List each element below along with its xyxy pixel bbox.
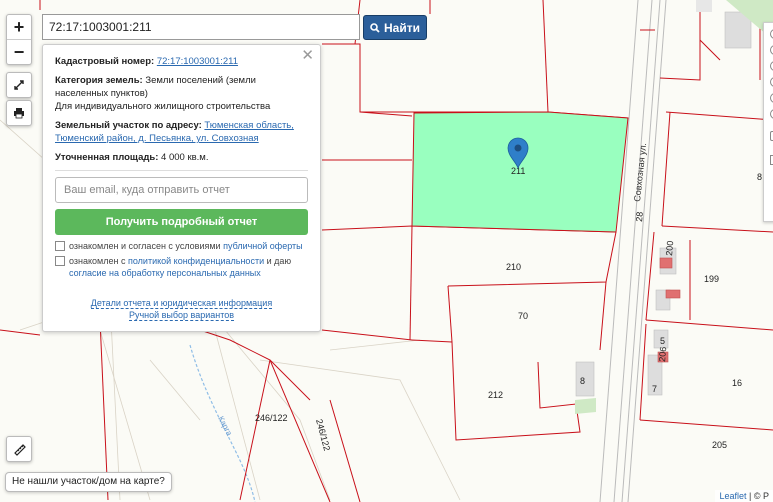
cadastral-number-link[interactable]: 72:17:1003001:211: [157, 56, 238, 67]
parcel-label-210: 210: [506, 262, 521, 272]
tile-fragment: [696, 0, 712, 12]
map-canvas[interactable]: 211 210 70 212 8 199 5 7 16 205 246/122 …: [0, 0, 773, 502]
parcel-label-246-122-b: 246/122: [314, 418, 332, 452]
print-button[interactable]: [6, 100, 32, 126]
expand-icon: [14, 80, 24, 90]
category-label: Категория земель:: [55, 75, 143, 86]
get-report-button[interactable]: Получить подробный отчет: [55, 209, 308, 235]
search-input[interactable]: [42, 14, 360, 40]
area-value: 4 000 кв.м.: [161, 152, 209, 163]
parcel-label-205: 205: [712, 440, 727, 450]
printer-icon: [14, 108, 24, 119]
parcel-label-206: 206: [657, 346, 668, 362]
personal-data-consent-link[interactable]: согласие на обработку персональных данны…: [69, 268, 261, 278]
offer-link[interactable]: публичной оферты: [223, 241, 303, 251]
parcel-label-246-122-a: 246/122: [255, 413, 288, 423]
offer-agreement-row: ознакомлен и согласен с условиями публич…: [55, 240, 308, 252]
layer-options-panel: [763, 22, 773, 222]
offer-text: ознакомлен и согласен с условиями: [69, 241, 221, 251]
parcel-label-8-right: 8: [757, 172, 762, 182]
ruler-icon: [14, 444, 26, 456]
report-details-link[interactable]: Детали отчета и юридическая информация: [90, 298, 273, 309]
panel-footer-links: Детали отчета и юридическая информация Р…: [55, 297, 308, 321]
area-label: Уточненная площадь:: [55, 152, 159, 163]
parcel-label-8: 8: [580, 376, 585, 386]
close-icon[interactable]: ✕: [301, 48, 314, 63]
ruler-button[interactable]: [6, 436, 32, 462]
usage-value: Для индивидуального жилищного строительс…: [55, 101, 271, 112]
parcel-label-28: 28: [634, 211, 645, 222]
parcel-label-212: 212: [488, 390, 503, 400]
category-row: Категория земель: Земли поселений (земли…: [55, 74, 308, 113]
search-button[interactable]: Найти: [363, 15, 427, 40]
privacy-agreement-text: ознакомлен с политикой конфиденциальност…: [69, 255, 308, 279]
cadastral-row: Кадастровый номер: 72:17:1003001:211: [55, 55, 308, 68]
parcel-label-7: 7: [652, 384, 657, 394]
area-row: Уточненная площадь: 4 000 кв.м.: [55, 151, 308, 164]
attribution-rest: | © Р: [749, 491, 769, 501]
manual-selection-link[interactable]: Ручной выбор вариантов: [128, 310, 235, 321]
parcel-label-70: 70: [518, 311, 528, 321]
parcel-label-199: 199: [704, 274, 719, 284]
offer-agreement-text: ознакомлен и согласен с условиями публич…: [69, 240, 303, 252]
privacy-text: ознакомлен с: [69, 256, 126, 266]
not-found-button[interactable]: Не нашли участок/дом на карте?: [5, 472, 172, 492]
parcel-info-panel: ✕ Кадастровый номер: 72:17:1003001:211 К…: [42, 44, 321, 332]
search-icon: [370, 22, 380, 33]
parcel-label-200: 200: [664, 240, 675, 256]
privacy-checkbox[interactable]: [55, 256, 65, 266]
parcel-label-16: 16: [732, 378, 742, 388]
privacy-policy-link[interactable]: политикой конфиденциальности: [128, 256, 264, 266]
zoom-control: + −: [6, 14, 32, 65]
privacy-agreement-row: ознакомлен с политикой конфиденциальност…: [55, 255, 308, 279]
leaflet-link[interactable]: Leaflet: [719, 491, 746, 501]
fullscreen-button[interactable]: [6, 72, 32, 98]
address-row: Земельный участок по адресу: Тюменская о…: [55, 119, 308, 145]
zoom-in-button[interactable]: +: [7, 15, 31, 39]
privacy-mid-text: и даю: [266, 256, 292, 266]
address-label: Земельный участок по адресу:: [55, 120, 202, 131]
panel-divider: [55, 170, 308, 171]
email-input[interactable]: [55, 177, 308, 203]
parcel-label-5: 5: [660, 336, 665, 346]
river-label: Карга: [216, 415, 234, 438]
cadastral-label: Кадастровый номер:: [55, 56, 155, 67]
map-attribution: Leaflet | © Р: [715, 490, 773, 502]
offer-checkbox[interactable]: [55, 241, 65, 251]
zoom-out-button[interactable]: −: [7, 39, 31, 64]
search-button-label: Найти: [384, 20, 420, 35]
